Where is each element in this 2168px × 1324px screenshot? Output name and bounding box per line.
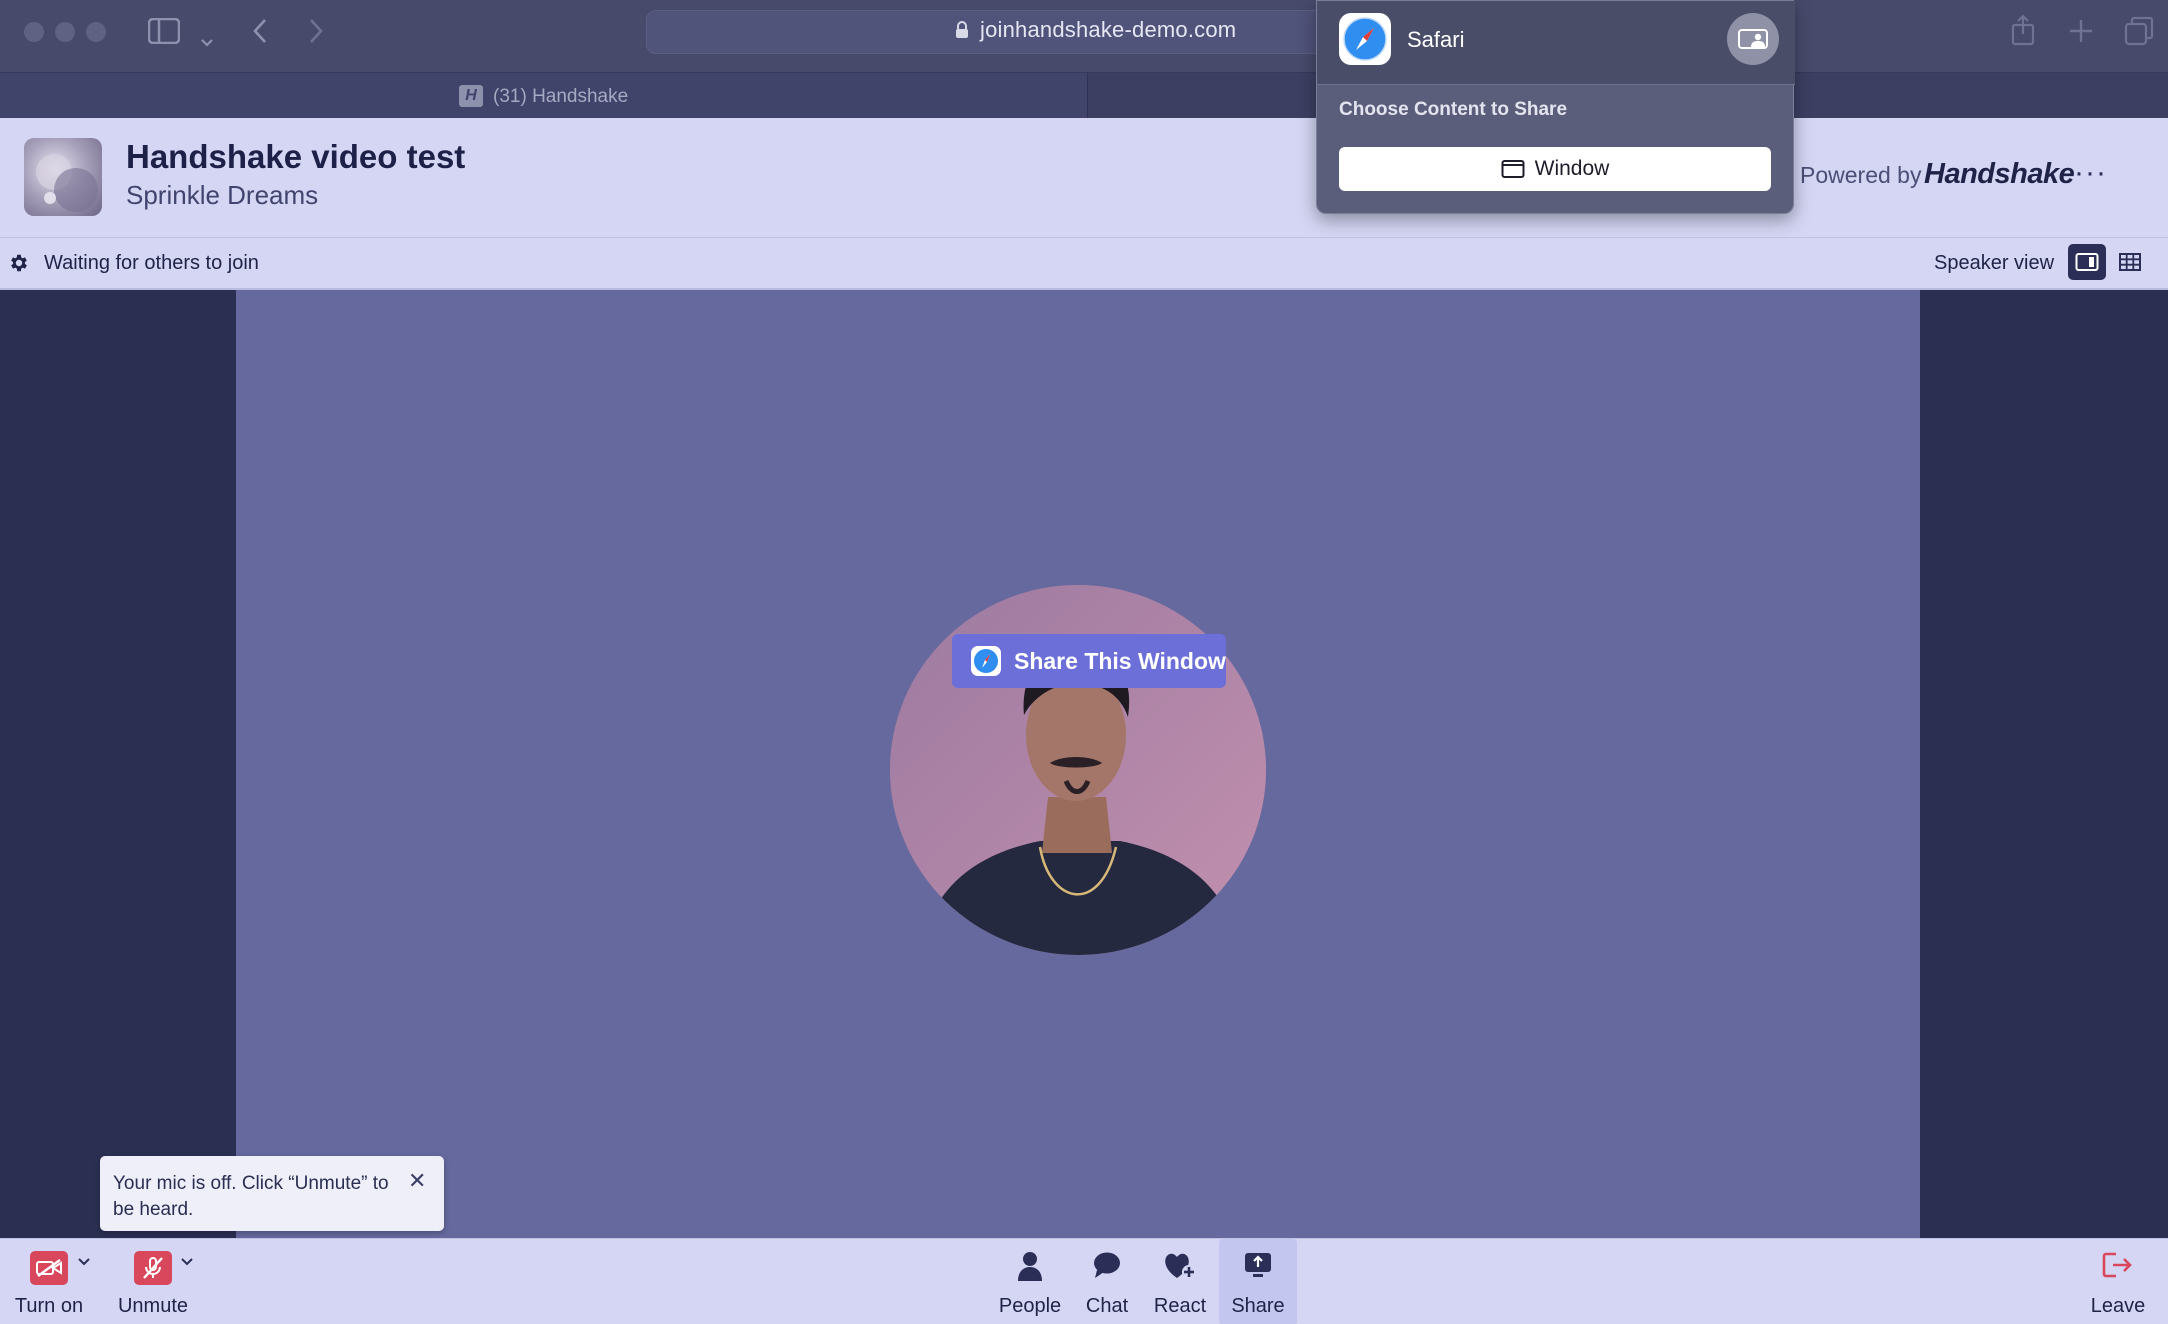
chat-button[interactable]: Chat xyxy=(1076,1239,1138,1324)
share-screen-icon xyxy=(1243,1251,1273,1284)
tab-title: (31) Handshake xyxy=(493,86,629,107)
zoom-window-button[interactable] xyxy=(86,22,106,42)
chat-bubble-icon xyxy=(1092,1251,1122,1284)
people-label: People xyxy=(998,1295,1062,1317)
video-stage xyxy=(0,290,2168,1238)
popover-heading: Choose Content to Share xyxy=(1339,99,1568,120)
meeting-toolbar: Turn on Unmute People Chat React Share L… xyxy=(0,1238,2168,1324)
share-this-window-label: Share This Window xyxy=(1014,647,1226,674)
handshake-favicon-icon: H xyxy=(459,85,483,107)
chat-label: Chat xyxy=(1085,1295,1129,1317)
back-icon[interactable] xyxy=(252,18,268,50)
safari-icon xyxy=(1339,13,1391,65)
handshake-logo: Handshake xyxy=(1924,158,2075,190)
share-sheet-icon[interactable] xyxy=(2010,14,2036,52)
powered-by-label: Powered by xyxy=(1800,162,1922,188)
browser-toolbar: joinhandshake-demo.com xyxy=(0,0,2168,72)
person-icon xyxy=(1016,1251,1044,1286)
mic-button[interactable]: Unmute xyxy=(110,1239,196,1324)
react-button[interactable]: React xyxy=(1148,1239,1212,1324)
popover-header: Safari xyxy=(1317,1,1795,85)
tab-strip: H (31) Handshake xyxy=(0,72,2168,119)
react-label: React xyxy=(1153,1295,1207,1317)
lock-icon xyxy=(955,21,969,39)
more-options-button[interactable]: ··· xyxy=(2074,156,2107,190)
leave-icon xyxy=(2102,1251,2134,1284)
grid-view-button[interactable] xyxy=(2111,244,2149,280)
new-tab-icon[interactable] xyxy=(2068,18,2094,50)
url-text: joinhandshake-demo.com xyxy=(980,17,1237,42)
window-icon xyxy=(1501,159,1525,179)
status-text: Waiting for others to join xyxy=(44,252,259,274)
view-mode-label: Speaker view xyxy=(1934,252,2055,274)
close-window-button[interactable] xyxy=(24,22,44,42)
status-bar: Waiting for others to join Speaker view xyxy=(0,238,2168,290)
presenter-overlay-button[interactable] xyxy=(1727,13,1779,65)
mic-options-chevron-icon[interactable] xyxy=(181,1253,193,1269)
minimize-window-button[interactable] xyxy=(55,22,75,42)
chevron-down-icon[interactable] xyxy=(200,24,214,54)
mic-label: Unmute xyxy=(117,1295,189,1317)
meeting-avatar xyxy=(24,138,102,216)
heart-plus-icon xyxy=(1163,1251,1197,1286)
share-this-window-button[interactable]: Share This Window xyxy=(952,634,1226,688)
share-content-popover: Safari Choose Content to Share Window xyxy=(1316,0,1795,214)
camera-label: Turn on xyxy=(14,1295,84,1317)
meeting-header: Handshake video test Sprinkle Dreams Pow… xyxy=(0,118,2168,238)
share-label: Share xyxy=(1231,1295,1285,1317)
page-subtitle: Sprinkle Dreams xyxy=(126,180,319,210)
tab-overview-icon[interactable] xyxy=(2124,16,2154,52)
close-icon[interactable]: ✕ xyxy=(408,1170,426,1192)
safari-compass-icon xyxy=(970,645,1002,677)
mic-off-toast: Your mic is off. Click “Unmute” to be he… xyxy=(100,1156,444,1231)
speaker-view-button[interactable] xyxy=(2068,244,2106,280)
page-title: Handshake video test xyxy=(126,138,466,175)
window-option-label: Window xyxy=(1534,157,1610,180)
share-button[interactable]: Share xyxy=(1219,1239,1297,1324)
leave-button[interactable]: Leave xyxy=(2082,1239,2154,1324)
sidebar-toggle-icon[interactable] xyxy=(147,17,181,50)
camera-button[interactable]: Turn on xyxy=(0,1239,98,1324)
speaker-tile xyxy=(236,290,1920,1238)
toast-message: Your mic is off. Click “Unmute” to be he… xyxy=(113,1173,389,1220)
share-window-option-button[interactable]: Window xyxy=(1339,147,1771,191)
tab-handshake[interactable]: H (31) Handshake xyxy=(0,73,1088,119)
mic-off-icon xyxy=(134,1251,172,1285)
gear-icon[interactable] xyxy=(8,252,30,274)
people-button[interactable]: People xyxy=(994,1239,1066,1324)
popover-app-name: Safari xyxy=(1407,27,1465,52)
leave-label: Leave xyxy=(2090,1295,2146,1317)
camera-options-chevron-icon[interactable] xyxy=(78,1253,90,1269)
forward-icon[interactable] xyxy=(308,18,324,50)
camera-off-icon xyxy=(30,1251,68,1285)
